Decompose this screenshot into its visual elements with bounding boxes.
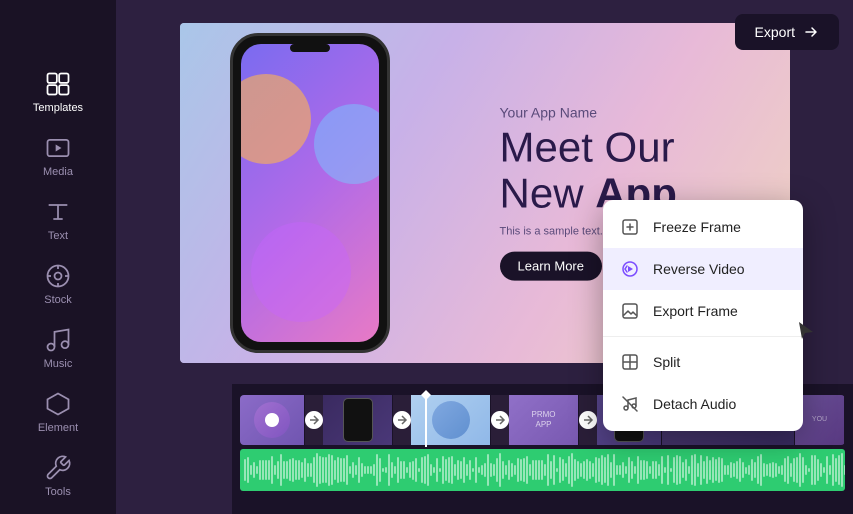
clip-1-icon — [265, 413, 279, 427]
music-label: Music — [44, 358, 73, 370]
clip-2-phone — [343, 398, 373, 442]
sidebar-item-templates[interactable]: Templates — [0, 60, 116, 124]
sidebar-item-media[interactable]: Media — [0, 124, 116, 188]
split-icon — [619, 351, 641, 373]
transition-3[interactable] — [491, 411, 509, 429]
split-label: Split — [653, 354, 680, 370]
playhead — [425, 392, 427, 447]
sidebar-item-tools[interactable]: Tools — [0, 444, 116, 508]
element-icon — [44, 390, 72, 418]
clip-4[interactable]: PRMOAPP — [509, 395, 579, 445]
waveform — [240, 449, 845, 491]
cursor-arrow — [795, 320, 815, 340]
media-icon — [44, 134, 72, 162]
sidebar-item-element[interactable]: Element — [0, 380, 116, 444]
element-label: Element — [38, 422, 78, 434]
export-frame-label: Export Frame — [653, 303, 738, 319]
phone-notch — [290, 44, 330, 52]
text-label: Text — [48, 230, 68, 242]
reverse-video-icon — [619, 258, 641, 280]
transition-4[interactable] — [579, 411, 597, 429]
transition-2[interactable] — [393, 411, 411, 429]
context-menu: Freeze Frame Reverse Video Export Frame — [603, 200, 803, 431]
detach-audio-label: Detach Audio — [653, 396, 736, 412]
menu-item-export-frame[interactable]: Export Frame — [603, 290, 803, 332]
transition-1[interactable] — [305, 411, 323, 429]
menu-divider — [603, 336, 803, 337]
media-label: Media — [43, 166, 73, 178]
transition-3-icon — [494, 414, 506, 426]
export-button[interactable]: Export — [735, 14, 839, 50]
clip-7-text: YOU — [812, 416, 827, 423]
stock-label: Stock — [44, 294, 72, 306]
export-frame-icon — [619, 300, 641, 322]
sidebar-item-music[interactable]: Music — [0, 316, 116, 380]
templates-icon — [44, 70, 72, 98]
tools-label: Tools — [45, 486, 71, 498]
phone-mockup — [210, 23, 410, 363]
menu-item-freeze-frame[interactable]: Freeze Frame — [603, 206, 803, 248]
reverse-video-label: Reverse Video — [653, 261, 745, 277]
export-arrow-icon — [803, 24, 819, 40]
menu-item-detach-audio[interactable]: Detach Audio — [603, 383, 803, 425]
sidebar-item-text[interactable]: Text — [0, 188, 116, 252]
menu-item-reverse-video[interactable]: Reverse Video — [603, 248, 803, 290]
transition-4-icon — [582, 414, 594, 426]
blob-orange — [241, 74, 311, 164]
clip-1[interactable] — [240, 395, 305, 445]
app-name-text: Your App Name — [500, 104, 760, 120]
headline-line1: Meet Our — [500, 123, 675, 170]
phone-body — [230, 33, 390, 353]
clip-1-thumb — [254, 402, 290, 438]
audio-track — [240, 449, 845, 491]
freeze-frame-label: Freeze Frame — [653, 219, 741, 235]
freeze-frame-icon — [619, 216, 641, 238]
transition-1-icon — [308, 414, 320, 426]
phone-screen — [241, 44, 379, 342]
transition-2-icon — [396, 414, 408, 426]
music-icon — [44, 326, 72, 354]
blob-blue — [314, 104, 379, 184]
clip-4-text: PRMOAPP — [532, 410, 556, 429]
cta-button[interactable]: Learn More — [500, 252, 602, 281]
text-icon — [44, 198, 72, 226]
sidebar-item-stock[interactable]: Stock — [0, 252, 116, 316]
tools-icon — [44, 454, 72, 482]
clip-3[interactable] — [411, 395, 491, 445]
blob-purple — [251, 222, 351, 322]
sidebar: Templates Media Text Stock Music — [0, 0, 116, 514]
stock-icon — [44, 262, 72, 290]
detach-audio-icon — [619, 393, 641, 415]
clip-2[interactable] — [323, 395, 393, 445]
menu-item-split[interactable]: Split — [603, 341, 803, 383]
export-label: Export — [755, 24, 795, 40]
clip-3-thumb — [432, 401, 470, 439]
templates-label: Templates — [33, 102, 83, 114]
